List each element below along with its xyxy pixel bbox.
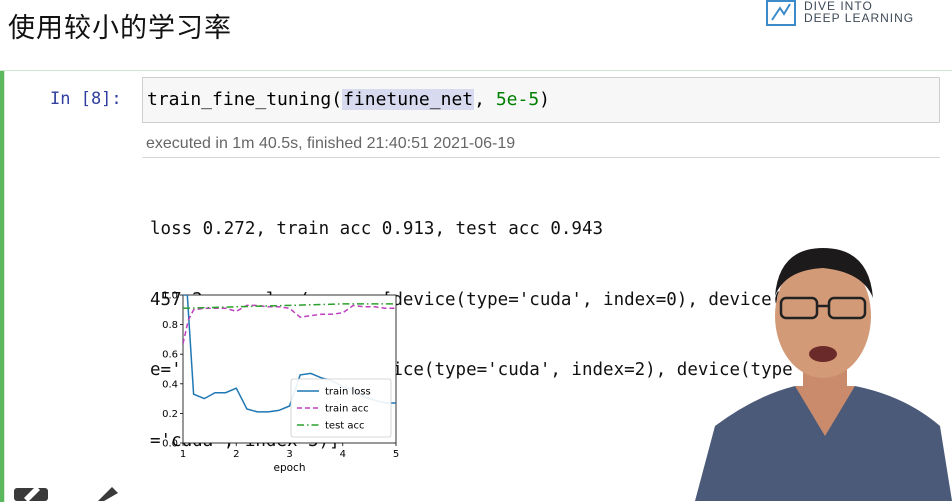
- x-axis-label: epoch: [274, 462, 306, 474]
- x-tick-label: 1: [180, 449, 186, 460]
- y-tick-label: 0.4: [162, 379, 178, 390]
- code-close-paren: ): [539, 89, 551, 110]
- code-function: train_fine_tuning(: [147, 89, 343, 110]
- legend-label: train acc: [325, 404, 369, 415]
- d2l-logo-icon: [766, 0, 796, 26]
- code-line[interactable]: train_fine_tuning(finetune_net, 5e-5): [147, 89, 550, 110]
- code-input-area[interactable]: train_fine_tuning(finetune_net, 5e-5): [142, 77, 940, 123]
- presenter-video: [695, 248, 952, 501]
- cell-prompt: In [8]:: [50, 89, 122, 109]
- brand-logo: DIVE INTO DEEP LEARNING: [766, 0, 914, 26]
- training-curve-chart: 0.0 0.2 0.4 0.6 0.8 1.0 1 2 3 4 5 epoch train loss tr…: [162, 291, 399, 475]
- code-argument-highlight: finetune_net: [342, 89, 475, 110]
- x-tick-label: 4: [340, 449, 346, 460]
- code-number: 5e-5: [495, 89, 540, 110]
- x-tick-label: 3: [286, 449, 292, 460]
- x-tick-label: 5: [393, 449, 399, 460]
- legend-label: train loss: [325, 387, 371, 398]
- brand-line-2: DEEP LEARNING: [804, 11, 915, 25]
- slide-title: 使用较小的学习率: [8, 13, 232, 44]
- y-tick-label: 0.8: [162, 320, 178, 331]
- code-separator: ,: [474, 89, 496, 110]
- legend-label: test acc: [325, 421, 365, 432]
- toolbar: [14, 484, 124, 501]
- edit-icon[interactable]: [90, 484, 124, 501]
- y-tick-label: 0.0: [162, 439, 178, 450]
- x-tick-label: 2: [233, 449, 239, 460]
- pencil-icon[interactable]: [14, 484, 48, 501]
- y-tick-label: 0.2: [162, 409, 178, 420]
- y-tick-label: 0.6: [162, 350, 178, 361]
- y-tick-label: 1.0: [162, 291, 178, 302]
- execution-info: executed in 1m 40.5s, finished 21:40:51 …: [142, 122, 940, 158]
